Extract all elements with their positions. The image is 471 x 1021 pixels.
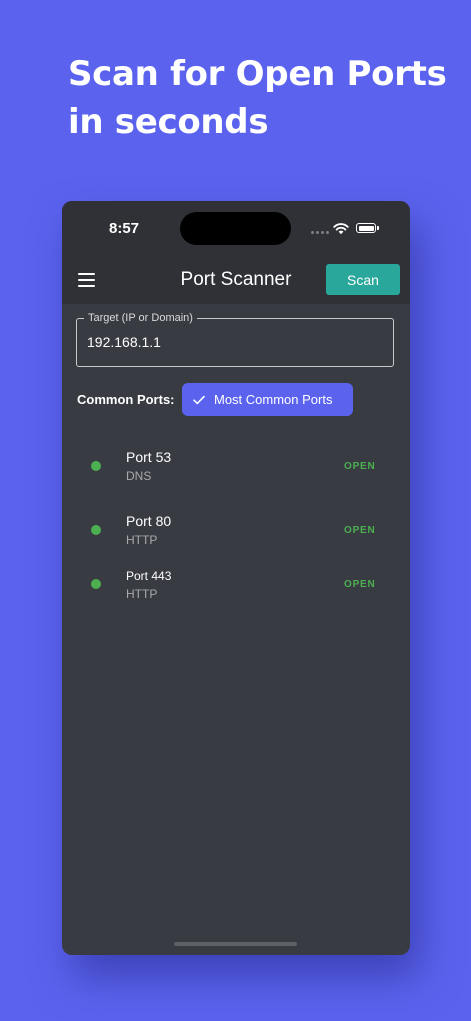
phone-screen: 8:57 Port Scanner Scan Target (IP or Dom… <box>62 201 410 955</box>
status-bar: 8:57 <box>62 201 410 257</box>
target-input-value[interactable]: 192.168.1.1 <box>87 334 161 350</box>
port-service: HTTP <box>126 533 158 547</box>
port-result-row[interactable]: Port 80 HTTP OPEN <box>62 506 410 556</box>
port-status: OPEN <box>344 579 376 590</box>
port-status: OPEN <box>344 461 376 472</box>
cellular-signal-icon <box>311 231 329 234</box>
open-status-dot-icon <box>91 461 101 471</box>
wifi-icon <box>333 223 349 235</box>
promo-headline-line1: Scan for Open Ports <box>68 54 447 94</box>
port-service: DNS <box>126 469 152 483</box>
port-status: OPEN <box>344 525 376 536</box>
most-common-ports-chip[interactable]: Most Common Ports <box>182 383 353 416</box>
chip-label: Most Common Ports <box>214 392 333 407</box>
open-status-dot-icon <box>91 525 101 535</box>
promo-headline-line2: in seconds <box>68 102 269 142</box>
scan-button[interactable]: Scan <box>326 264 400 295</box>
target-input[interactable]: Target (IP or Domain) 192.168.1.1 <box>76 311 394 367</box>
battery-icon <box>356 223 379 233</box>
port-result-row[interactable]: Port 53 DNS OPEN <box>62 442 410 492</box>
checkmark-icon <box>193 395 205 404</box>
port-number: Port 443 <box>126 569 172 583</box>
app-bar: Port Scanner Scan <box>62 257 410 304</box>
port-result-row[interactable]: Port 443 HTTP OPEN <box>62 562 410 612</box>
promo-headline: Scan for Open Ports in seconds <box>68 50 458 146</box>
port-service: HTTP <box>126 587 158 601</box>
home-indicator <box>174 942 297 946</box>
dynamic-island <box>180 212 291 245</box>
app-title: Port Scanner <box>180 269 292 290</box>
open-status-dot-icon <box>91 579 101 589</box>
target-input-label: Target (IP or Domain) <box>84 311 197 325</box>
port-number: Port 53 <box>126 449 172 465</box>
status-time: 8:57 <box>109 220 140 237</box>
port-number: Port 80 <box>126 513 172 529</box>
common-ports-label: Common Ports: <box>77 392 175 407</box>
hamburger-menu-icon[interactable] <box>78 273 95 287</box>
